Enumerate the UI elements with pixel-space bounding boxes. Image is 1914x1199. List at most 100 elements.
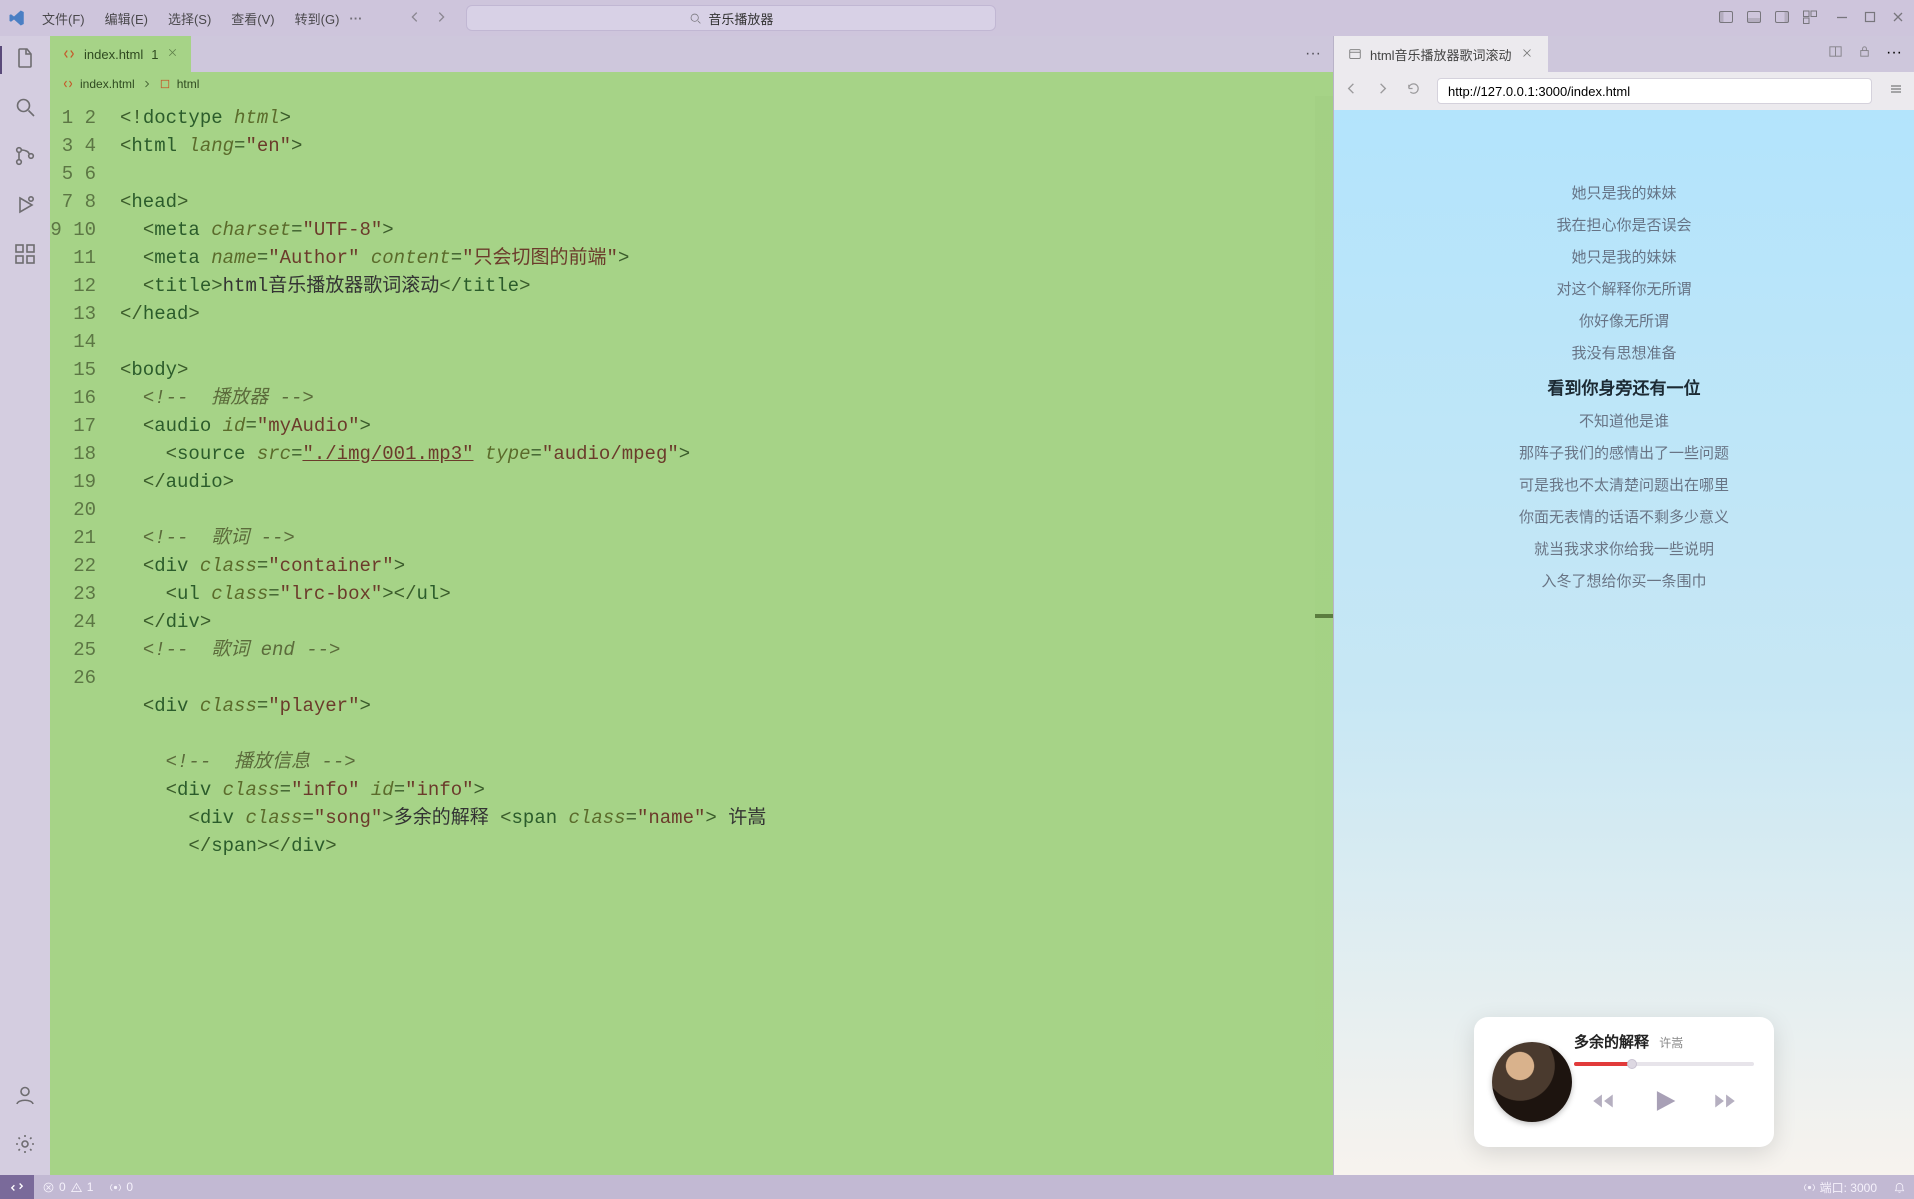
- problems-status[interactable]: 0 1: [34, 1180, 101, 1194]
- editor-group: index.html 1 ··· index.html html 1 2 3 4…: [50, 36, 1334, 1175]
- search-icon: [689, 12, 702, 25]
- layout-sidebar-right-icon[interactable]: [1774, 9, 1790, 28]
- main-area: index.html 1 ··· index.html html 1 2 3 4…: [0, 36, 1914, 1175]
- html-file-icon: [62, 47, 76, 61]
- explorer-icon[interactable]: [13, 46, 37, 75]
- live-server-port[interactable]: 端口: 3000: [1795, 1179, 1885, 1196]
- lyric-line: 可是我也不太清楚问题出在哪里: [1519, 474, 1729, 495]
- progress-knob[interactable]: [1627, 1059, 1637, 1069]
- chevron-right-icon: [141, 78, 153, 90]
- search-placeholder: 音乐播放器: [708, 9, 773, 28]
- lyric-line: 入冬了想给你买一条围巾: [1541, 570, 1706, 591]
- play-icon[interactable]: [1647, 1084, 1681, 1123]
- window-maximize-icon[interactable]: [1862, 9, 1878, 28]
- symbol-icon: [159, 78, 171, 90]
- lyric-line: 对这个解释你无所谓: [1556, 278, 1691, 299]
- menu-bar: 文件(F) 编辑(E) 选择(S) 查看(V) 转到(G): [36, 5, 345, 32]
- menu-edit[interactable]: 编辑(E): [99, 5, 154, 32]
- preview-panel: html音乐播放器歌词滚动 ··· 她只是我的妹妹我在担心你是否误会她只是我的妹…: [1334, 36, 1914, 1175]
- preview-nav-bar: [1334, 72, 1914, 110]
- port-label: 端口: 3000: [1820, 1179, 1877, 1196]
- preview-back-icon[interactable]: [1344, 81, 1359, 101]
- run-debug-icon[interactable]: [13, 193, 37, 222]
- preview-overflow-icon[interactable]: ···: [1886, 44, 1902, 64]
- preview-tab[interactable]: html音乐播放器歌词滚动: [1334, 36, 1548, 72]
- layout-customize-icon[interactable]: [1802, 9, 1818, 28]
- player-song-title: 多余的解释: [1574, 1034, 1649, 1051]
- code-author-string: 只会切图的前端: [474, 247, 607, 269]
- preview-tab-bar: html音乐播放器歌词滚动 ···: [1334, 36, 1914, 72]
- lyric-line: 你面无表情的话语不剩多少意义: [1519, 506, 1729, 527]
- notifications-icon[interactable]: [1885, 1179, 1914, 1196]
- breadcrumb-file[interactable]: index.html: [80, 77, 135, 91]
- preview-reload-icon[interactable]: [1406, 81, 1421, 101]
- activity-bar: [0, 36, 50, 1175]
- player-card: 多余的解释 许嵩: [1474, 1017, 1774, 1147]
- preview-forward-icon[interactable]: [1375, 81, 1390, 101]
- line-gutter: 1 2 3 4 5 6 7 8 9 10 11 12 13 14 15 16 1…: [50, 96, 110, 860]
- code-title-text: html音乐播放器歌词滚动: [223, 275, 440, 297]
- lyric-line: 我在担心你是否误会: [1556, 214, 1691, 235]
- lyric-line: 你好像无所谓: [1579, 310, 1669, 331]
- next-track-icon[interactable]: [1712, 1088, 1738, 1119]
- status-bar: 0 1 0 端口: 3000: [0, 1175, 1914, 1199]
- menu-view[interactable]: 查看(V): [225, 5, 280, 32]
- lyric-line: 不知道他是谁: [1579, 410, 1669, 431]
- album-cover[interactable]: [1492, 1042, 1572, 1122]
- code-content[interactable]: <!doctype html> <html lang="en"> <head> …: [110, 96, 778, 860]
- window-close-icon[interactable]: [1890, 9, 1906, 28]
- tab-close-icon[interactable]: [166, 46, 179, 62]
- remote-indicator[interactable]: [0, 1175, 34, 1199]
- lock-icon[interactable]: [1857, 44, 1872, 64]
- tab-modified-indicator: 1: [151, 47, 158, 62]
- source-control-icon[interactable]: [13, 144, 37, 173]
- layout-panel-bottom-icon[interactable]: [1746, 9, 1762, 28]
- split-editor-icon[interactable]: [1828, 44, 1843, 64]
- ports-status[interactable]: 0: [101, 1180, 141, 1194]
- extensions-icon[interactable]: [13, 242, 37, 271]
- breadcrumb[interactable]: index.html html: [50, 72, 1333, 96]
- layout-sidebar-left-icon[interactable]: [1718, 9, 1734, 28]
- editor-tab-bar: index.html 1 ···: [50, 36, 1333, 72]
- lyric-line: 她只是我的妹妹: [1571, 182, 1676, 203]
- window-minimize-icon[interactable]: [1834, 9, 1850, 28]
- vscode-logo-icon: [8, 9, 26, 27]
- lyric-line: 那阵子我们的感情出了一些问题: [1519, 442, 1729, 463]
- preview-url-input[interactable]: [1437, 78, 1872, 104]
- title-bar: 文件(F) 编辑(E) 选择(S) 查看(V) 转到(G) ··· 音乐播放器: [0, 0, 1914, 36]
- menu-select[interactable]: 选择(S): [162, 5, 217, 32]
- minimap[interactable]: [1315, 96, 1333, 1175]
- tab-filename: index.html: [84, 47, 143, 62]
- preview-tab-title: html音乐播放器歌词滚动: [1370, 45, 1512, 64]
- progress-bar[interactable]: [1574, 1062, 1754, 1066]
- editor-tab-index-html[interactable]: index.html 1: [50, 36, 191, 72]
- menu-overflow-icon[interactable]: ···: [349, 11, 362, 26]
- forwarded-ports-count: 0: [126, 1180, 133, 1194]
- lyric-line: 看到你身旁还有一位: [1548, 374, 1701, 399]
- lyric-line: 我没有思想准备: [1571, 342, 1676, 363]
- code-editor[interactable]: 1 2 3 4 5 6 7 8 9 10 11 12 13 14 15 16 1…: [50, 96, 1333, 1175]
- lyrics-list: 她只是我的妹妹我在担心你是否误会她只是我的妹妹对这个解释你无所谓你好像无所谓我没…: [1334, 182, 1914, 591]
- preview-tab-close-icon[interactable]: [1520, 46, 1534, 63]
- nav-back-icon[interactable]: [408, 10, 422, 27]
- html-file-icon: [62, 78, 74, 90]
- nav-forward-icon[interactable]: [434, 10, 448, 27]
- search-activity-icon[interactable]: [13, 95, 37, 124]
- breadcrumb-node[interactable]: html: [177, 77, 200, 91]
- prev-track-icon[interactable]: [1590, 1088, 1616, 1119]
- menu-file[interactable]: 文件(F): [36, 5, 91, 32]
- account-icon[interactable]: [13, 1083, 37, 1112]
- warning-count: 1: [87, 1180, 94, 1194]
- player-artist: 许嵩: [1659, 1036, 1683, 1050]
- lyric-line: 就当我求求你给我一些说明: [1534, 538, 1714, 559]
- code-song-text: 多余的解释: [394, 807, 489, 829]
- lyric-line: 她只是我的妹妹: [1571, 246, 1676, 267]
- editor-actions-overflow-icon[interactable]: ···: [1305, 45, 1333, 63]
- preview-menu-icon[interactable]: [1888, 81, 1904, 102]
- code-artist-text: 许嵩: [728, 807, 766, 829]
- error-count: 0: [59, 1180, 66, 1194]
- settings-gear-icon[interactable]: [13, 1132, 37, 1161]
- browser-preview-icon: [1348, 47, 1362, 61]
- menu-goto[interactable]: 转到(G): [289, 5, 346, 32]
- command-center-search[interactable]: 音乐播放器: [466, 5, 996, 31]
